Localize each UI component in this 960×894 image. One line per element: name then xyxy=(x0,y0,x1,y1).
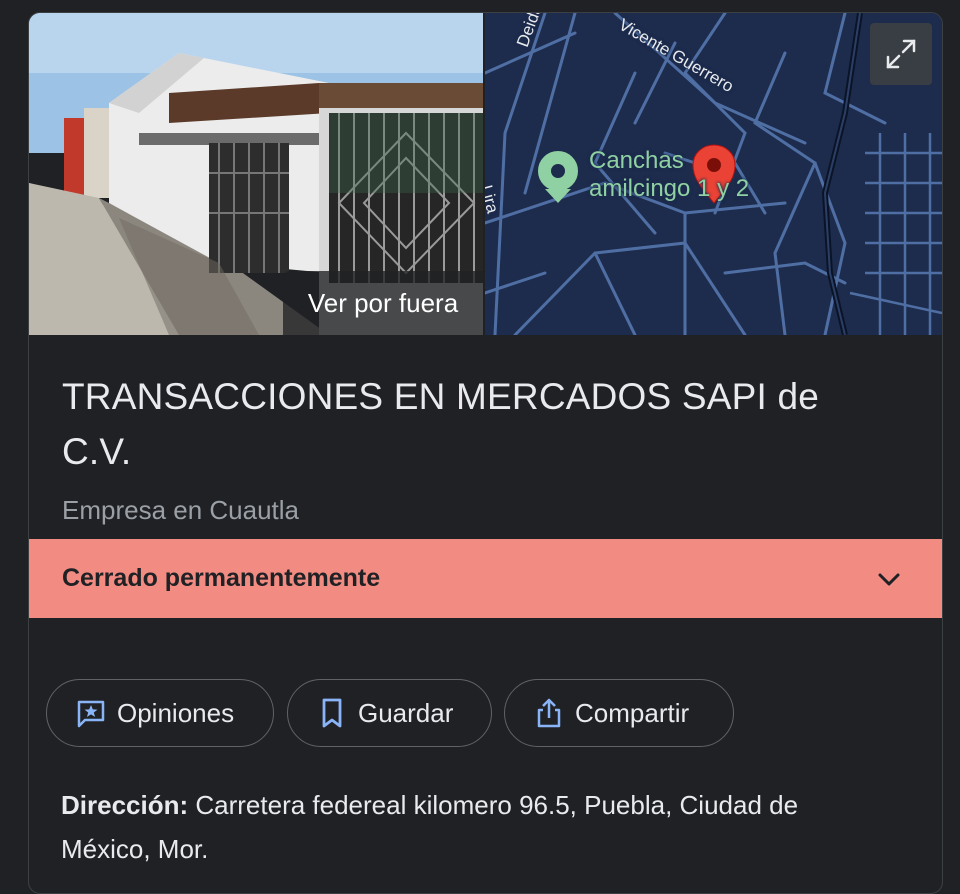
reviews-button[interactable]: Opiniones xyxy=(46,679,274,747)
map-place-label: Canchas amilcingo 1 y 2 xyxy=(589,147,749,203)
street-view-photo[interactable]: Ver por fuera xyxy=(29,13,483,335)
review-star-icon xyxy=(75,697,107,729)
save-button[interactable]: Guardar xyxy=(287,679,492,747)
expand-map-button[interactable] xyxy=(870,23,932,85)
business-category: Empresa en Cuautla xyxy=(62,495,300,525)
save-label: Guardar xyxy=(358,697,454,728)
chevron-down-icon[interactable] xyxy=(874,564,904,594)
reviews-label: Opiniones xyxy=(117,697,235,728)
share-button[interactable]: Compartir xyxy=(504,679,734,747)
media-strip: Ver por fuera Canchas amilcingo 1 y 2 Vi… xyxy=(29,13,942,335)
address-row: Dirección: Carretera federeal kilomero 9… xyxy=(61,783,891,871)
status-text: Cerrado permanentemente xyxy=(62,564,381,592)
map-place-label-line1: Canchas xyxy=(589,147,684,174)
street-view-label[interactable]: Ver por fuera xyxy=(283,271,483,335)
status-banner[interactable]: Cerrado permanentemente xyxy=(29,539,942,618)
map-thumbnail[interactable]: Canchas amilcingo 1 y 2 Deidades Vicente… xyxy=(485,13,942,335)
business-name: TRANSACCIONES EN MERCADOS SAPI de C.V. xyxy=(62,376,820,472)
share-icon xyxy=(533,697,565,729)
map-place-label-line2: amilcingo 1 y 2 xyxy=(589,175,750,202)
share-label: Compartir xyxy=(575,697,690,728)
address-label: Dirección: xyxy=(61,790,189,820)
expand-icon xyxy=(886,39,916,69)
bookmark-icon xyxy=(316,697,348,729)
business-panel: Ver por fuera Canchas amilcingo 1 y 2 Vi… xyxy=(28,12,943,894)
